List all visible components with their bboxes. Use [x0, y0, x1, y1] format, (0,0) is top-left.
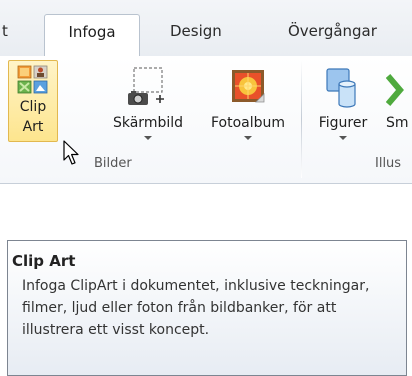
photo-album-label: Fotoalbum [210, 115, 286, 131]
smartart-icon [386, 74, 404, 106]
photo-album-dropdown-arrow[interactable] [244, 136, 252, 140]
photo-album-button[interactable]: Fotoalbum [198, 60, 298, 150]
clip-art-label-1: Clip [19, 99, 47, 115]
tooltip-description: Infoga ClipArt i dokumentet, inklusive t… [22, 278, 370, 338]
clip-art-icon [17, 65, 48, 94]
shapes-button[interactable]: Figurer [308, 60, 378, 150]
group-separator [301, 60, 302, 178]
screenshot-dropdown-arrow[interactable] [144, 136, 152, 140]
ribbon-panel: Clip Art Skärmbild Fotoalbum Figurer Sm … [0, 56, 412, 184]
clip-art-tooltip: Clip Art Infoga ClipArt i dokumentet, in… [7, 240, 407, 376]
shapes-icon [326, 68, 356, 108]
screenshot-label: Skärmbild [112, 115, 184, 131]
tab-infoga[interactable]: Infoga [44, 14, 140, 57]
smartart-label: Sm [386, 115, 409, 131]
group-label-illustrations: Illus [375, 156, 402, 171]
mouse-cursor-icon [63, 140, 79, 165]
tooltip-title: Clip Art [12, 252, 76, 270]
clip-art-button[interactable]: Clip Art [8, 60, 58, 142]
ribbon-tab-strip: t Infoga Design Övergångar [0, 0, 412, 57]
photo-album-icon [232, 70, 265, 103]
clip-art-label-2: Art [22, 119, 44, 135]
tab-partial[interactable]: t [2, 22, 8, 40]
smartart-button[interactable]: Sm [386, 60, 412, 150]
shapes-dropdown-arrow[interactable] [339, 136, 347, 140]
shapes-label: Figurer [318, 115, 368, 131]
tab-design[interactable]: Design [170, 22, 222, 40]
tab-overgangar[interactable]: Övergångar [288, 22, 377, 40]
group-label-bilder: Bilder [94, 156, 132, 171]
screenshot-icon [128, 67, 164, 105]
tab-infoga-label: Infoga [68, 23, 116, 41]
screenshot-button[interactable]: Skärmbild [90, 60, 206, 150]
